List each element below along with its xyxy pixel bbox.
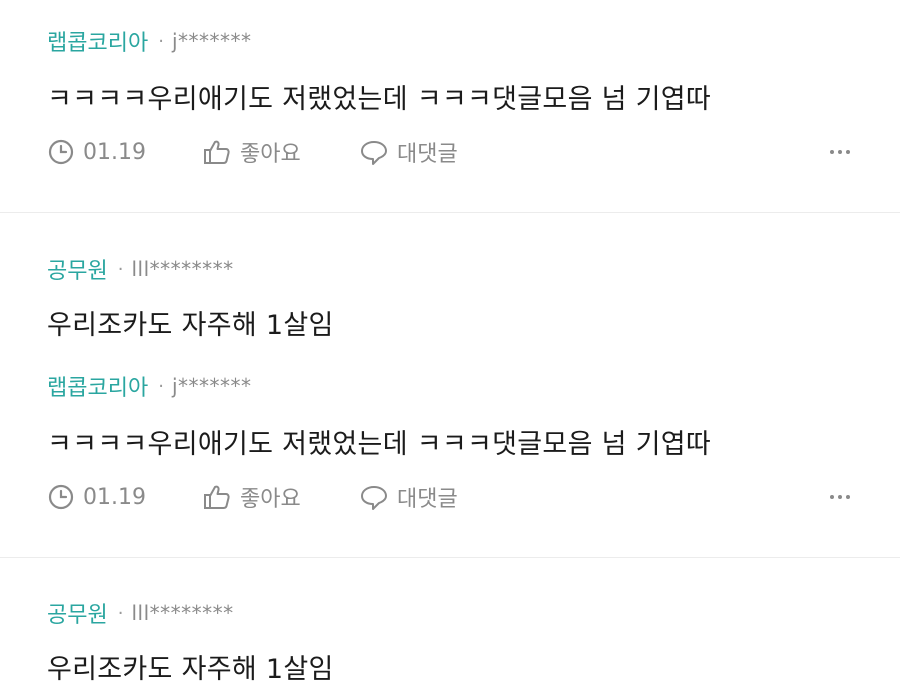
- like-label: 좋아요: [240, 142, 301, 167]
- comment-divider: [0, 212, 900, 213]
- comment-text: ㅋㅋㅋㅋ우리애기도 저랬었는데 ㅋㅋㅋ댓글모음 넘 기엽따: [47, 428, 712, 460]
- comment-date-text: 01.19: [83, 484, 146, 510]
- comment-divider: [0, 557, 900, 558]
- meta-separator: ·: [117, 602, 124, 624]
- comment-meta: 공무원 · lll********: [47, 598, 850, 628]
- comment-actions: 01.19 좋아요 대댓글: [47, 479, 850, 515]
- comment-item: 공무원 · lll******** 우리조카도 자주해 1살임: [0, 254, 900, 342]
- meta-separator: ·: [158, 375, 164, 397]
- speech-bubble-icon: [359, 483, 389, 511]
- comment-text: ㅋㅋㅋㅋ우리애기도 저랬었는데 ㅋㅋㅋ댓글모음 넘 기엽따: [47, 83, 712, 115]
- thumbs-up-icon: [202, 483, 232, 511]
- reply-button[interactable]: 대댓글: [359, 136, 458, 168]
- comment-item: 랩콥코리아 · j******* ㅋㅋㅋㅋ우리애기도 저랬었는데 ㅋㅋㅋ댓글모음…: [0, 26, 900, 170]
- comment-text: 우리조카도 자주해 1살임: [47, 653, 334, 685]
- speech-bubble-icon: [359, 138, 389, 166]
- comment-user-id: lll********: [131, 257, 234, 281]
- comment-meta: 랩콥코리아 · j*******: [47, 371, 850, 401]
- more-dots-icon[interactable]: [830, 495, 850, 499]
- meta-separator: ·: [158, 30, 164, 52]
- comment-user-id: j*******: [171, 374, 252, 398]
- comment-text: 우리조카도 자주해 1살임: [47, 309, 334, 341]
- comment-date: 01.19: [47, 483, 202, 511]
- more-dots-icon[interactable]: [830, 150, 850, 154]
- comment-author[interactable]: 랩콥코리아: [47, 25, 148, 57]
- comment-actions: 01.19 좋아요 대댓글: [47, 134, 850, 170]
- comment-date-text: 01.19: [83, 139, 146, 165]
- clock-icon: [47, 483, 75, 511]
- comment-meta: 공무원 · lll********: [47, 254, 850, 284]
- comment-author[interactable]: 공무원: [47, 597, 108, 629]
- thumbs-up-icon: [202, 138, 232, 166]
- comment-item: 공무원 · lll******** 우리조카도 자주해 1살임: [0, 598, 900, 686]
- like-button[interactable]: 좋아요: [202, 481, 359, 513]
- comment-item: 랩콥코리아 · j******* ㅋㅋㅋㅋ우리애기도 저랬었는데 ㅋㅋㅋ댓글모음…: [0, 371, 900, 515]
- like-button[interactable]: 좋아요: [202, 136, 359, 168]
- comment-author[interactable]: 랩콥코리아: [47, 370, 148, 402]
- reply-label: 대댓글: [397, 487, 458, 512]
- comment-user-id: lll********: [131, 601, 234, 625]
- comment-author[interactable]: 공무원: [47, 253, 108, 285]
- comment-date: 01.19: [47, 138, 202, 166]
- comment-meta: 랩콥코리아 · j*******: [47, 26, 850, 56]
- comment-user-id: j*******: [171, 29, 252, 53]
- reply-label: 대댓글: [397, 142, 458, 167]
- meta-separator: ·: [117, 258, 124, 280]
- reply-button[interactable]: 대댓글: [359, 481, 458, 513]
- like-label: 좋아요: [240, 487, 301, 512]
- clock-icon: [47, 138, 75, 166]
